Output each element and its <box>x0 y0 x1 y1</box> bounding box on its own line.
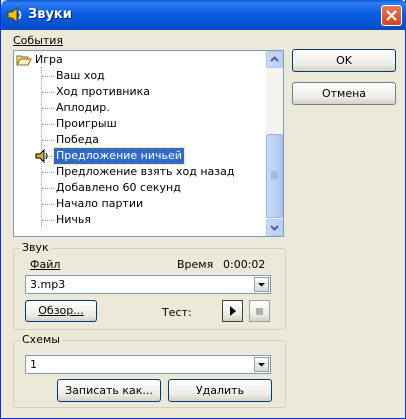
dropdown-arrow-icon <box>258 283 265 287</box>
tree-item-label: Победа <box>56 133 99 146</box>
test-label: Тест: <box>162 306 192 319</box>
arrow-up-icon <box>270 56 279 62</box>
tree-branch-line <box>42 124 54 125</box>
tree-item-label: Проигрыш <box>56 117 117 130</box>
tree-item[interactable]: Проигрыш <box>14 116 266 132</box>
file-combobox[interactable]: 3.mp3 <box>25 275 271 294</box>
cancel-button[interactable]: Отмена <box>292 82 396 105</box>
tree-item-label: Начало партии <box>56 197 144 210</box>
tree-item[interactable]: Предложение ничьей <box>14 147 266 165</box>
tree-item[interactable]: Ход противника <box>14 84 266 100</box>
tree-branch-line <box>42 76 54 77</box>
sounds-dialog: Звуки События Игра Ваш ход Ход противника… <box>0 0 406 419</box>
tree-item-label: Аплодир. <box>56 101 110 114</box>
events-tree[interactable]: Игра Ваш ход Ход противника Аплодир. Проигр… <box>13 50 284 237</box>
tree-item-label: Предложение взять ход назад <box>56 165 235 178</box>
file-label: Файл <box>30 258 61 271</box>
tree-item-label: Ход противника <box>56 85 151 98</box>
file-value: 3.mp3 <box>30 278 66 291</box>
tree-item[interactable]: Аплодир. <box>14 100 266 116</box>
tree-branch-line <box>42 140 54 141</box>
tree-item[interactable]: Начало партии <box>14 196 266 212</box>
events-label: События <box>13 34 64 47</box>
grip-icon <box>271 171 278 179</box>
save-as-button[interactable]: Записать как... <box>57 379 161 402</box>
speaker-icon <box>35 149 48 163</box>
tree-branch-line <box>42 188 54 189</box>
speaker-note-icon <box>7 6 22 24</box>
sound-group-title: Звук <box>20 241 51 254</box>
title-bar[interactable]: Звуки <box>1 0 406 30</box>
schemes-group-title: Схемы <box>20 333 62 346</box>
tree-root-row[interactable]: Игра <box>14 52 266 68</box>
scheme-dropdown-button[interactable] <box>254 357 269 372</box>
dropdown-arrow-icon <box>258 363 265 367</box>
play-button[interactable] <box>222 300 243 322</box>
tree-item-label: Ваш ход <box>56 69 105 82</box>
scroll-down-button[interactable] <box>266 219 283 236</box>
tree-branch-line <box>42 108 54 109</box>
browse-button[interactable]: Обзор... <box>25 300 97 322</box>
tree-root-label: Игра <box>35 53 63 66</box>
stop-button[interactable] <box>249 300 270 322</box>
window-title: Звуки <box>28 7 72 22</box>
tree-item[interactable]: Победа <box>14 132 266 148</box>
ok-button[interactable]: OK <box>292 49 396 72</box>
tree-branch-line <box>42 220 54 221</box>
close-button[interactable] <box>381 5 402 26</box>
tree-branch-line <box>42 92 54 93</box>
tree-item[interactable]: Предложение взять ход назад <box>14 164 266 180</box>
delete-button[interactable]: Удалить <box>168 379 272 402</box>
time-label: Время <box>177 258 214 271</box>
tree-item[interactable]: Добавлено 60 секунд <box>14 180 266 196</box>
file-dropdown-button[interactable] <box>254 277 269 292</box>
open-folder-icon <box>16 55 32 66</box>
tree-branch-line <box>42 204 54 205</box>
scheme-value: 1 <box>30 358 37 371</box>
play-icon <box>230 306 236 316</box>
tree-item-label: Добавлено 60 секунд <box>56 181 181 194</box>
time-value: 0:00:02 <box>223 258 266 271</box>
tree-branch-line <box>42 172 54 173</box>
events-scrollbar[interactable] <box>266 51 283 236</box>
tree-item[interactable]: Ваш ход <box>14 68 266 84</box>
tree-item[interactable]: Ничья <box>14 212 266 228</box>
scheme-combobox[interactable]: 1 <box>25 355 271 374</box>
tree-item-label: Предложение ничьей <box>53 147 185 165</box>
scroll-thumb[interactable] <box>266 134 283 218</box>
close-icon <box>386 10 397 21</box>
arrow-down-icon <box>270 225 279 231</box>
browse-label: Обзор... <box>38 304 84 317</box>
tree-item-label: Ничья <box>56 213 92 226</box>
scroll-up-button[interactable] <box>266 51 283 68</box>
stop-icon <box>256 308 263 315</box>
